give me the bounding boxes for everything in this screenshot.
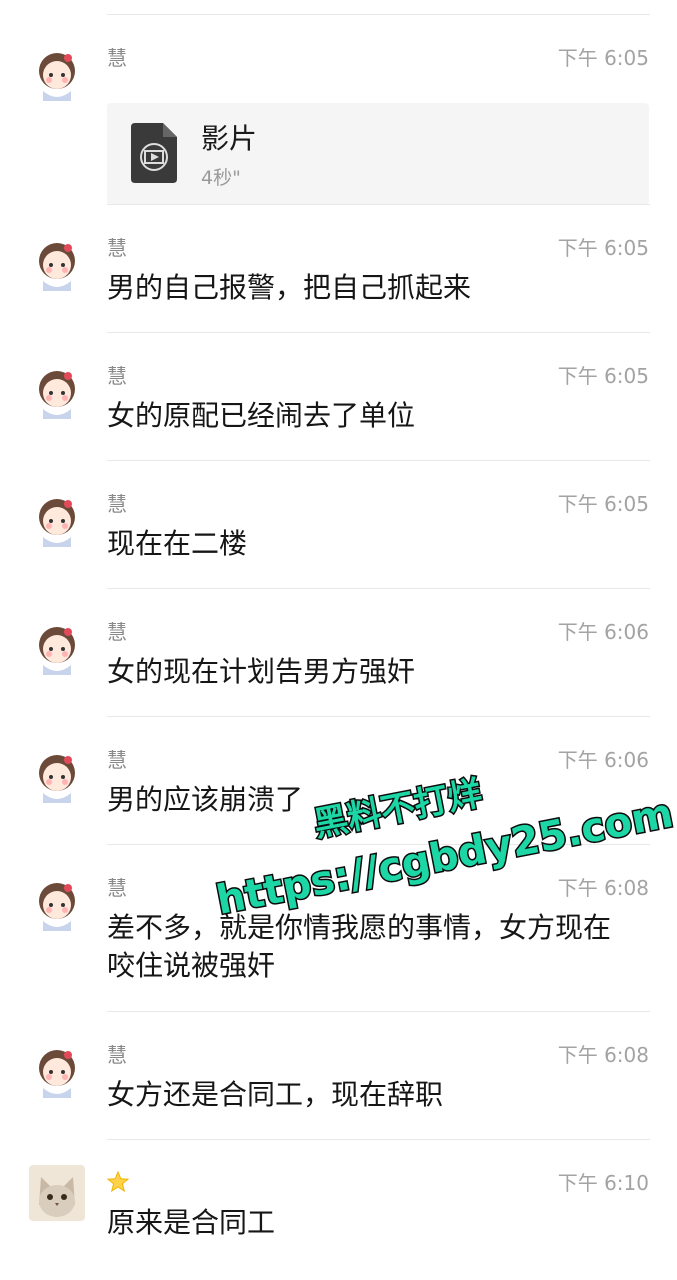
sender-name: 慧: [107, 46, 127, 70]
message-text: 原来是合同工: [107, 1206, 276, 1239]
divider: [107, 460, 650, 461]
message-row: 慧 下午 6:05 现在在二楼: [0, 486, 677, 586]
message-text: 女的原配已经闹去了单位: [107, 399, 416, 432]
message-row: 下午 6:10 原来是合同工: [0, 1165, 677, 1265]
avatar[interactable]: [29, 747, 85, 803]
message-time: 下午 6:05: [557, 46, 649, 70]
message-time: 下午 6:08: [557, 876, 649, 900]
message-time: 下午 6:06: [557, 620, 649, 644]
avatar[interactable]: [29, 1042, 85, 1098]
divider: [107, 1139, 650, 1140]
message-row: 慧 下午 6:05 女的原配已经闹去了单位: [0, 358, 677, 458]
message-time: 下午 6:05: [557, 364, 649, 388]
message-row: 慧 下午 6:06 男的应该崩溃了: [0, 742, 677, 842]
avatar[interactable]: [29, 363, 85, 419]
message-time: 下午 6:05: [557, 492, 649, 516]
message-row: 慧 下午 6:05 男的自己报警，把自己抓起来: [0, 230, 677, 330]
message-time: 下午 6:05: [557, 236, 649, 260]
sender-name: 慧: [107, 876, 127, 900]
sender-name: 慧: [107, 236, 127, 260]
cat-avatar[interactable]: [29, 1165, 85, 1221]
avatar[interactable]: [29, 45, 85, 101]
message-time: 下午 6:08: [557, 1043, 649, 1067]
message-row: 慧 下午 6:08 差不多，就是你情我愿的事情，女方现在咬住说被强奸: [0, 870, 677, 1010]
file-title: 影片: [201, 122, 258, 155]
avatar[interactable]: [29, 619, 85, 675]
message-text: 差不多，就是你情我愿的事情，女方现在咬住说被强奸: [107, 911, 612, 982]
message-row: 慧 下午 6:06 女的现在计划告男方强奸: [0, 614, 677, 714]
star-icon: [106, 1170, 130, 1193]
divider: [107, 204, 650, 205]
message-row: 慧 下午 6:05 影片 4秒": [0, 40, 677, 206]
message-text: 男的应该崩溃了: [107, 783, 304, 816]
message-row: 慧 下午 6:08 女方还是合同工，现在辞职: [0, 1037, 677, 1137]
message-text: 现在在二楼: [107, 527, 248, 560]
divider: [107, 716, 650, 717]
avatar[interactable]: [29, 235, 85, 291]
message-text: 男的自己报警，把自己抓起来: [107, 271, 472, 304]
video-file-icon: [131, 123, 177, 183]
sender-name: 慧: [107, 364, 127, 388]
sender-name: 慧: [107, 620, 127, 644]
divider: [107, 332, 650, 333]
message-time: 下午 6:06: [557, 748, 649, 772]
sender-name: 慧: [107, 492, 127, 516]
message-text: 女的现在计划告男方强奸: [107, 655, 416, 688]
file-duration: 4秒": [201, 167, 241, 189]
message-text: 女方还是合同工，现在辞职: [107, 1078, 444, 1111]
avatar[interactable]: [29, 875, 85, 931]
divider: [107, 1011, 650, 1012]
video-file-card[interactable]: 影片 4秒": [107, 103, 649, 205]
avatar[interactable]: [29, 491, 85, 547]
divider: [107, 588, 650, 589]
divider: [107, 844, 650, 845]
message-time: 下午 6:10: [557, 1171, 649, 1195]
sender-name: 慧: [107, 748, 127, 772]
top-divider: [107, 14, 650, 15]
sender-name: 慧: [107, 1043, 127, 1067]
